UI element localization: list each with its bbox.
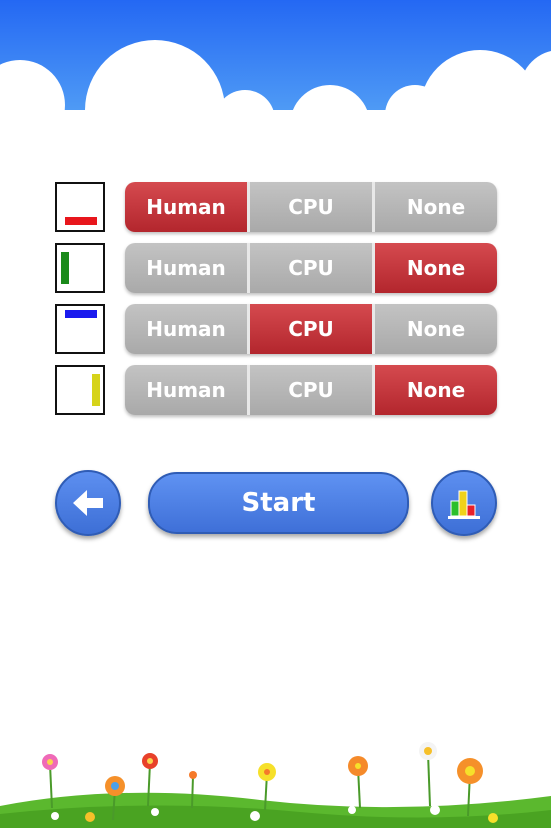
back-arrow-icon [73, 490, 103, 516]
back-button[interactable] [55, 470, 121, 536]
player-3-color-icon [55, 304, 105, 354]
bar-chart-icon [448, 490, 480, 519]
player-row-3: Human CPU None [55, 304, 498, 354]
player-4-none-option[interactable]: None [375, 365, 497, 415]
red-bar-icon [65, 217, 97, 225]
player-4-color-icon [55, 365, 105, 415]
player-3-cpu-option[interactable]: CPU [250, 304, 375, 354]
player-3-human-option[interactable]: Human [125, 304, 250, 354]
player-2-color-icon [55, 243, 105, 293]
player-4-cpu-option[interactable]: CPU [250, 365, 375, 415]
player-2-mode-selector: Human CPU None [125, 243, 497, 293]
green-bar-icon [61, 252, 69, 284]
yellow-bar-icon [92, 374, 100, 406]
player-3-mode-selector: Human CPU None [125, 304, 497, 354]
player-row-1: Human CPU None [55, 182, 498, 232]
player-4-mode-selector: Human CPU None [125, 365, 497, 415]
player-3-none-option[interactable]: None [375, 304, 497, 354]
player-2-human-option[interactable]: Human [125, 243, 250, 293]
player-1-none-option[interactable]: None [375, 182, 497, 232]
player-1-mode-selector: Human CPU None [125, 182, 497, 232]
player-4-human-option[interactable]: Human [125, 365, 250, 415]
player-1-color-icon [55, 182, 105, 232]
start-button[interactable]: Start [148, 472, 409, 534]
sky-background [0, 0, 551, 140]
player-row-4: Human CPU None [55, 365, 498, 415]
player-2-cpu-option[interactable]: CPU [250, 243, 375, 293]
player-1-human-option[interactable]: Human [125, 182, 250, 232]
player-2-none-option[interactable]: None [375, 243, 497, 293]
blue-bar-icon [65, 310, 97, 318]
stats-button[interactable] [431, 470, 497, 536]
player-1-cpu-option[interactable]: CPU [250, 182, 375, 232]
player-row-2: Human CPU None [55, 243, 498, 293]
flower-meadow [0, 742, 551, 828]
